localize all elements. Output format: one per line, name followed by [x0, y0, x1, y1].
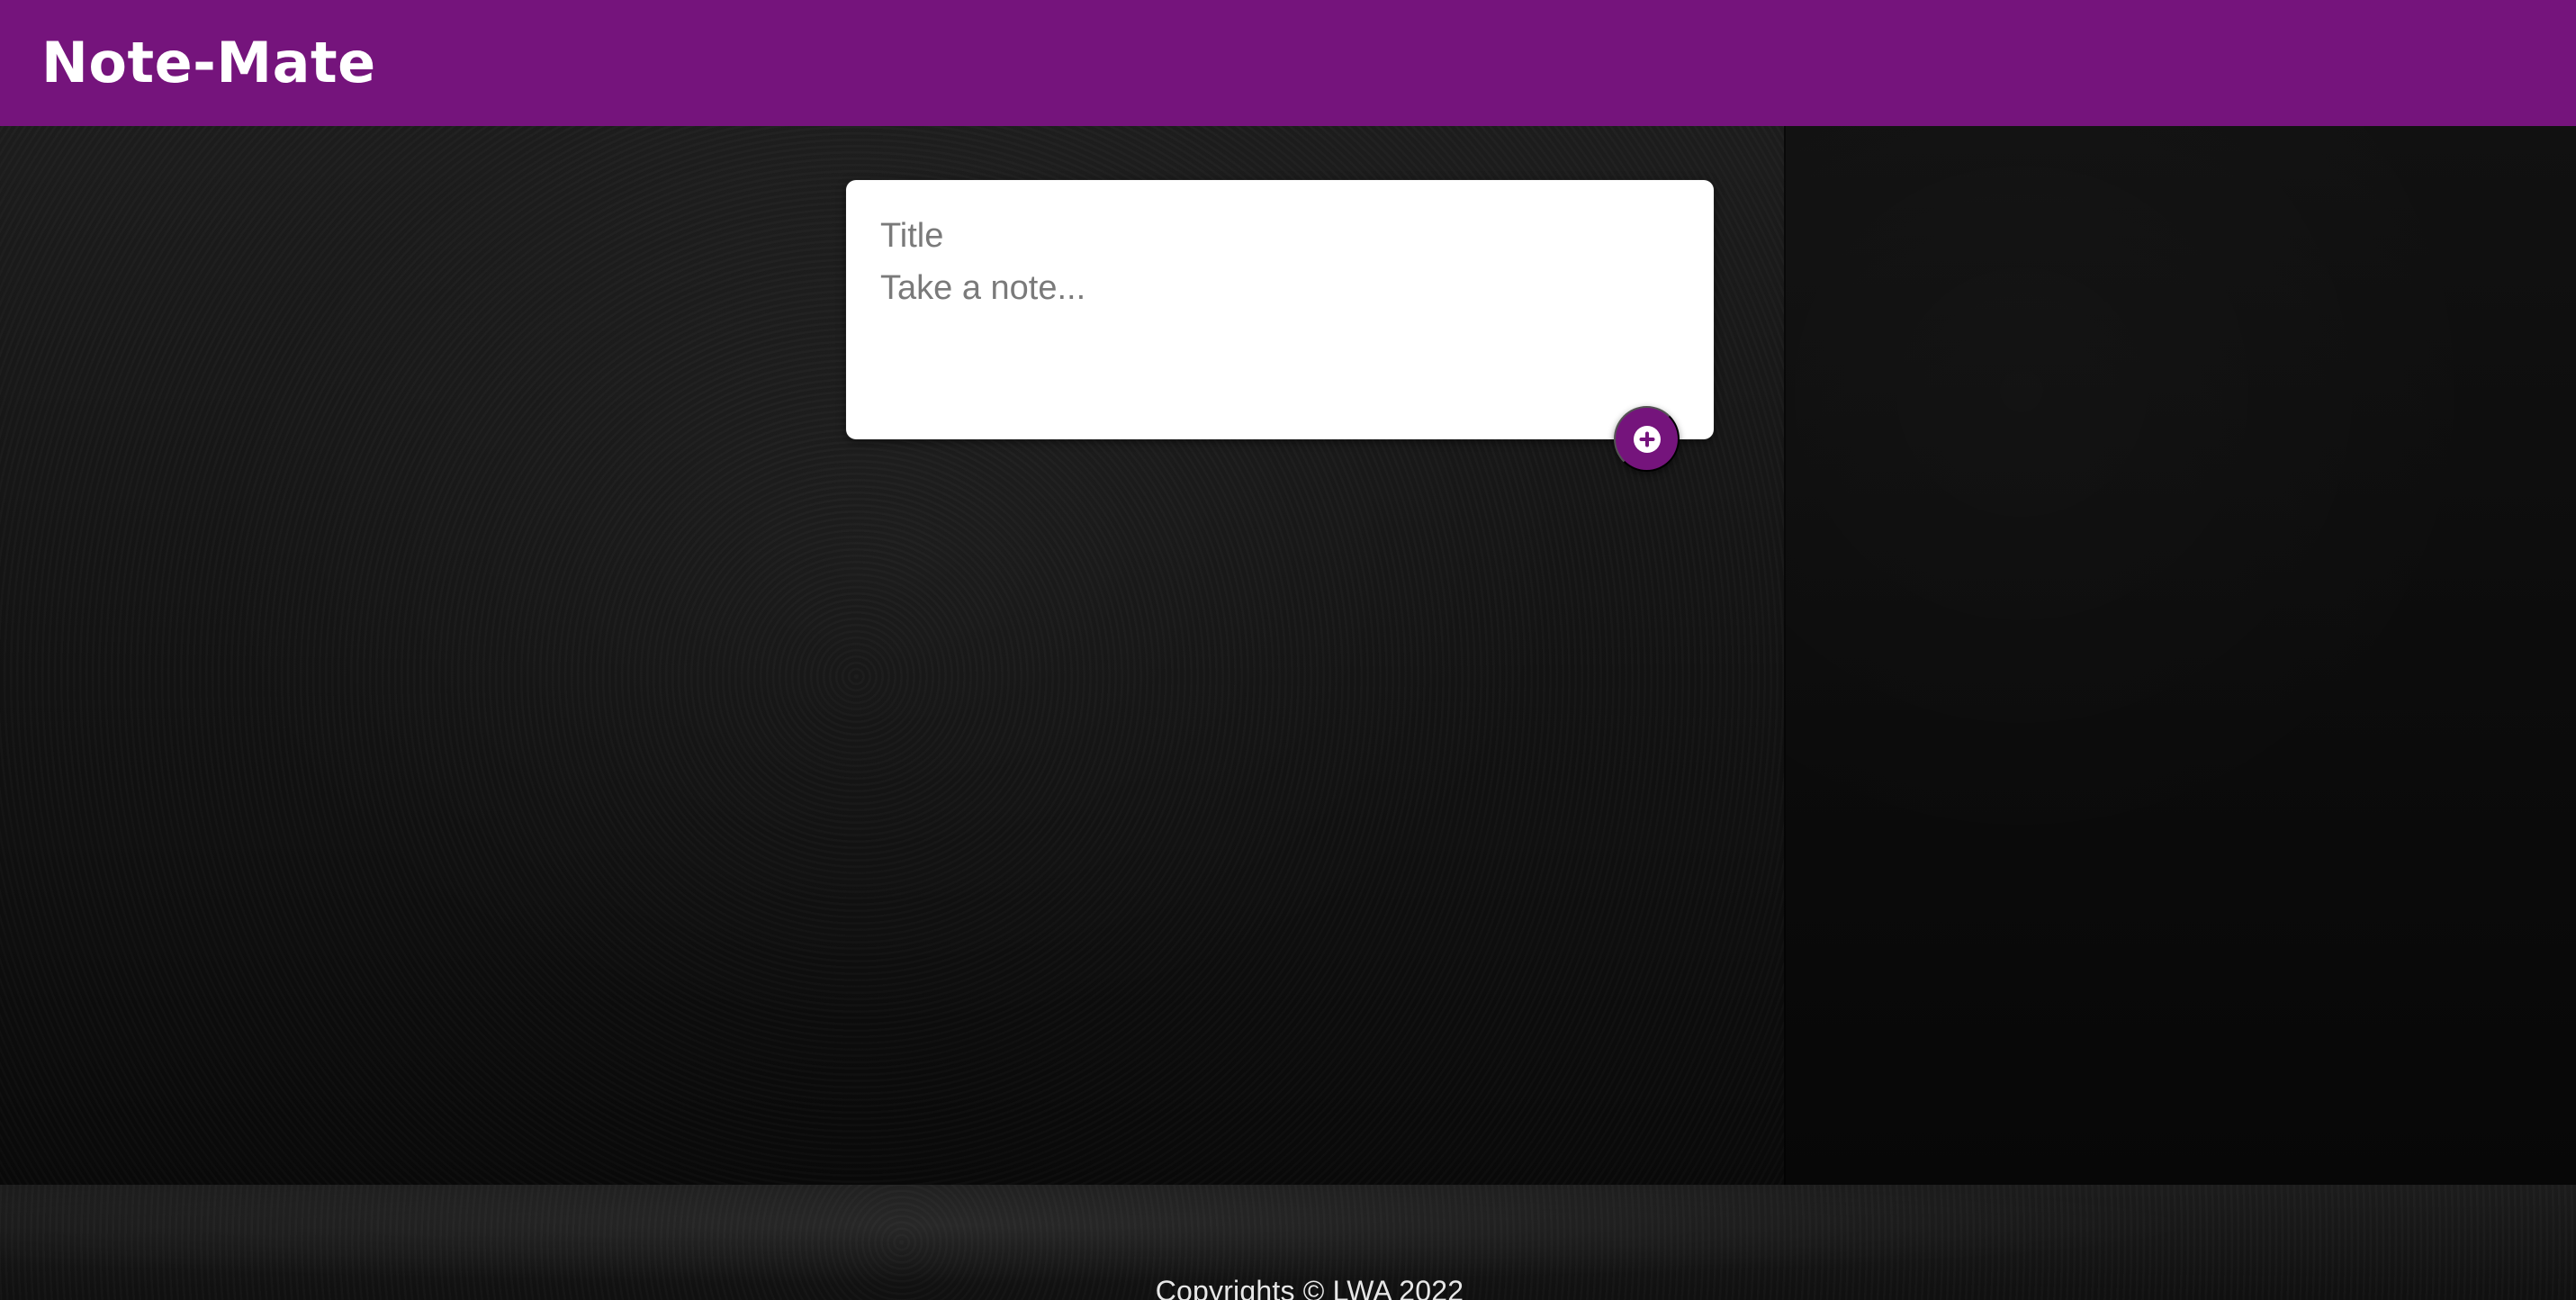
plus-icon [1633, 425, 1661, 453]
title-input[interactable] [880, 212, 1680, 259]
note-form [846, 180, 1714, 439]
copyright-text: Copyrights © LWA 2022 [1155, 1275, 1464, 1300]
background-texture-right [1784, 126, 2576, 1185]
app-header: Note-Mate [0, 0, 2576, 126]
add-note-button[interactable] [1614, 406, 1680, 472]
note-content-textarea[interactable] [880, 266, 1680, 402]
app-title: Note-Mate [41, 30, 376, 95]
background-seam [1784, 126, 1786, 1300]
